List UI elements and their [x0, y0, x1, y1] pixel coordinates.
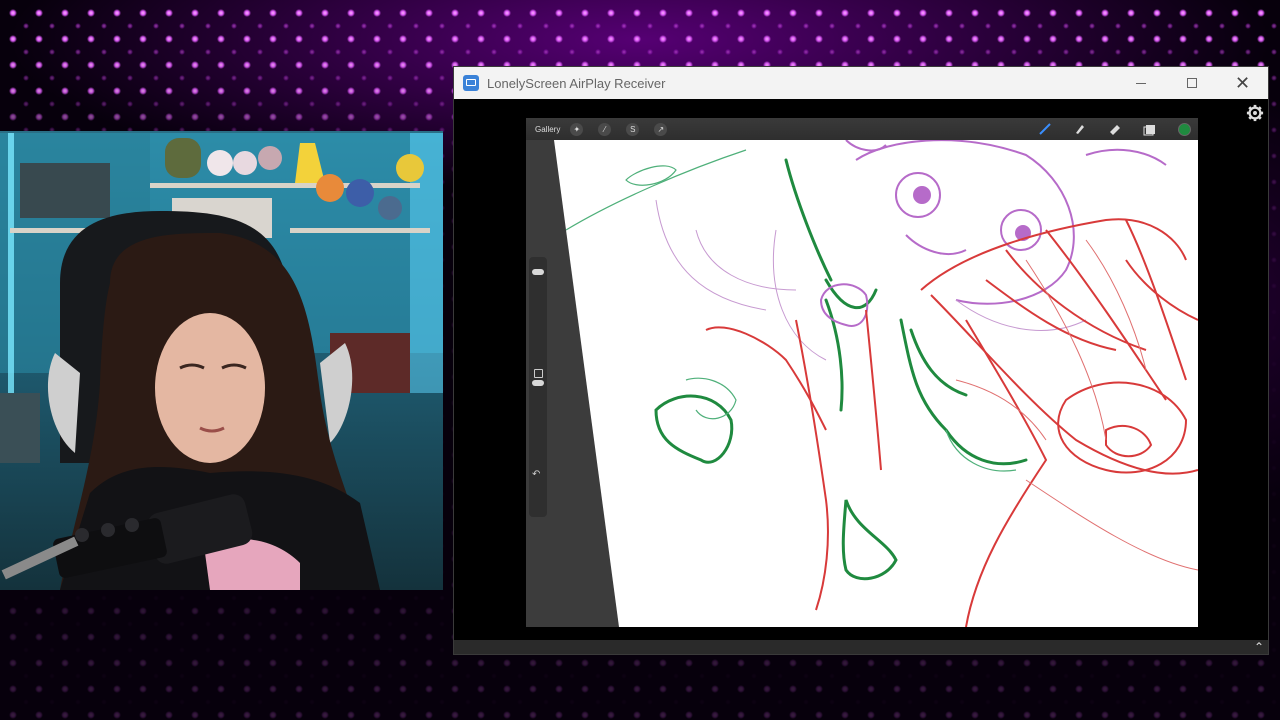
eraser-icon[interactable]: [1108, 122, 1122, 136]
window-title: LonelyScreen AirPlay Receiver: [487, 75, 666, 91]
chevron-up-icon[interactable]: ⌃: [1254, 641, 1264, 653]
brush-icon[interactable]: [1038, 122, 1052, 136]
transform-icon[interactable]: ↗: [654, 122, 668, 136]
magic-wand-icon[interactable]: ⁄: [598, 122, 612, 136]
procreate-toolbar: Gallery ✦ ⁄ S ↗: [526, 118, 1198, 140]
layers-icon[interactable]: [1143, 122, 1157, 136]
selection-icon[interactable]: S: [626, 122, 640, 136]
lonelyscreen-window: LonelyScreen AirPlay Receiver ✕ Gallery: [453, 66, 1269, 655]
gallery-button[interactable]: Gallery: [535, 125, 560, 134]
window-titlebar[interactable]: LonelyScreen AirPlay Receiver ✕: [454, 67, 1268, 99]
close-button[interactable]: ✕: [1217, 67, 1268, 99]
opacity-slider[interactable]: [532, 380, 544, 386]
modify-button[interactable]: [534, 369, 543, 378]
drawing-canvas[interactable]: ↶: [526, 139, 1198, 627]
procreate-toolbar-right: [1017, 122, 1198, 136]
minimize-button[interactable]: [1115, 67, 1166, 99]
mirrored-ipad-screen[interactable]: Gallery ✦ ⁄ S ↗ ↶: [526, 118, 1198, 627]
window-controls: ✕: [1115, 67, 1268, 99]
smudge-icon[interactable]: [1073, 122, 1087, 136]
maximize-icon: [1186, 78, 1197, 88]
sketch-artwork: [526, 139, 1198, 627]
procreate-sidebar: ↶: [529, 257, 547, 517]
maximize-button[interactable]: [1166, 67, 1217, 99]
brush-size-slider[interactable]: [532, 269, 544, 275]
undo-icon[interactable]: ↶: [532, 469, 540, 480]
wrench-icon[interactable]: ✦: [570, 122, 584, 136]
close-icon: ✕: [1234, 72, 1251, 93]
airplay-app-icon: [463, 75, 479, 91]
webcam-scene: [0, 133, 443, 590]
window-bottom-bar: ⌃: [454, 640, 1268, 654]
gear-icon[interactable]: [1246, 104, 1264, 122]
minimize-icon: [1135, 82, 1146, 84]
webcam-feed: [0, 131, 443, 590]
color-picker[interactable]: [1178, 122, 1191, 136]
